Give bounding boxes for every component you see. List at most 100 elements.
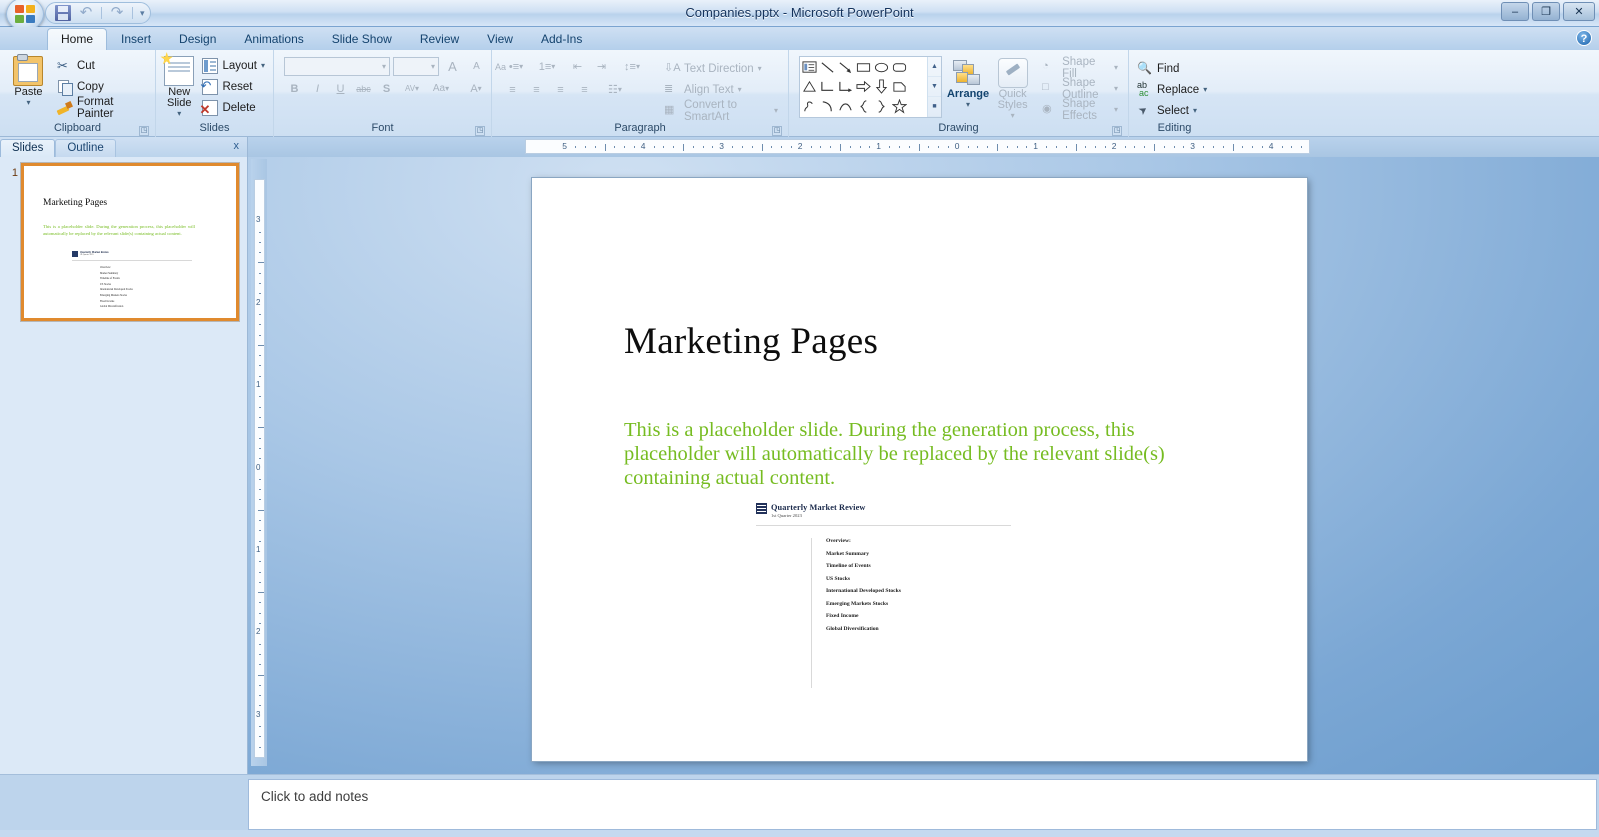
shrink-font-button[interactable]: A <box>466 57 487 76</box>
notes-placeholder[interactable]: Click to add notes <box>248 779 1597 830</box>
tab-view[interactable]: View <box>473 28 527 50</box>
shape-elbow-connector[interactable] <box>819 77 837 96</box>
font-size-input[interactable]: ▾ <box>393 57 439 76</box>
embedded-document-object[interactable]: Quarterly Market Review 1st Quarter 2023… <box>756 503 1011 688</box>
arrange-chevron-down-icon[interactable]: ▾ <box>966 100 970 109</box>
smartart-chevron-down-icon[interactable]: ▾ <box>774 106 778 115</box>
shape-arrow[interactable] <box>837 58 855 77</box>
tab-design[interactable]: Design <box>165 28 230 50</box>
increase-indent-button[interactable]: ⇥ <box>591 57 612 76</box>
paragraph-dialog-launcher[interactable]: ◳ <box>772 126 782 136</box>
layout-chevron-down-icon[interactable]: ▾ <box>261 61 265 70</box>
copy-button[interactable]: Copy <box>53 76 151 97</box>
paste-chevron-down-icon[interactable]: ▾ <box>26 98 30 107</box>
align-left-button[interactable]: ≡ <box>502 80 523 99</box>
slide-canvas[interactable]: Marketing Pages This is a placeholder sl… <box>532 178 1307 761</box>
shape-freeform[interactable] <box>801 97 819 116</box>
format-painter-button[interactable]: Format Painter <box>53 96 151 120</box>
cut-button[interactable]: ✂ Cut <box>53 55 151 76</box>
replace-button[interactable]: Replace ▾ <box>1133 79 1211 100</box>
panel-tab-outline[interactable]: Outline <box>55 139 116 157</box>
shape-line[interactable] <box>819 58 837 77</box>
drawing-dialog-launcher[interactable]: ◳ <box>1112 126 1122 136</box>
columns-button[interactable]: ☷ ▾ <box>601 80 629 99</box>
shape-triangle[interactable] <box>801 77 819 96</box>
vertical-ruler[interactable]: 3 2 1 0 1 2 3 <box>251 159 267 766</box>
slide-title[interactable]: Marketing Pages <box>624 320 878 363</box>
shape-right-brace[interactable] <box>872 97 890 116</box>
new-slide-chevron-down-icon[interactable]: ▾ <box>177 109 181 118</box>
arrange-button[interactable]: Arrange ▾ <box>947 56 989 109</box>
shape-fill-button[interactable]: ◔ Shape Fill ▾ <box>1038 56 1122 80</box>
delete-button[interactable]: ✕ Delete <box>198 97 269 118</box>
shapes-more-icon[interactable]: ■ <box>927 97 941 117</box>
shape-oval[interactable] <box>872 58 890 77</box>
shape-elbow-arrow-connector[interactable] <box>837 77 855 96</box>
change-case-button[interactable]: Aa ▾ <box>427 79 455 98</box>
bullets-button[interactable]: •≡ ▾ <box>502 57 530 76</box>
shape-curve[interactable] <box>819 97 837 116</box>
find-button[interactable]: 🔍 Find <box>1133 58 1211 79</box>
shape-rectangle[interactable] <box>855 58 873 77</box>
shapes-scroll-down-icon[interactable]: ▼ <box>927 77 941 97</box>
horizontal-ruler[interactable]: 5 4 3 2 1 0 1 2 3 4 <box>248 137 1599 157</box>
font-color-button[interactable]: A ▾ <box>461 79 491 98</box>
reset-button[interactable]: ↶ Reset <box>198 76 269 97</box>
font-name-chevron-down-icon[interactable]: ▾ <box>382 62 386 71</box>
quick-styles-chevron-down-icon[interactable]: ▾ <box>1011 111 1015 120</box>
shape-down-arrow[interactable] <box>872 77 890 96</box>
numbering-button[interactable]: 1≡ ▾ <box>533 57 561 76</box>
new-slide-button[interactable]: New Slide ▾ <box>160 52 198 118</box>
shape-right-arrow[interactable] <box>855 77 873 96</box>
clipboard-dialog-launcher[interactable]: ◳ <box>139 126 149 136</box>
text-shadow-button[interactable]: S <box>376 79 397 98</box>
shape-pentagon-flow[interactable] <box>890 77 908 96</box>
list-item[interactable]: 1 Marketing Pages This is a placeholder … <box>4 163 241 321</box>
help-icon[interactable]: ? <box>1576 30 1592 46</box>
replace-chevron-down-icon[interactable]: ▾ <box>1203 85 1207 94</box>
align-center-button[interactable]: ≡ <box>526 80 547 99</box>
paste-button[interactable]: Paste ▾ <box>4 54 53 107</box>
shape-outline-button[interactable]: □ Shape Outline ▾ <box>1038 77 1122 101</box>
quick-styles-button[interactable]: Quick Styles ▾ <box>994 56 1031 120</box>
justify-button[interactable]: ≡ <box>574 80 595 99</box>
shape-arc[interactable] <box>837 97 855 116</box>
font-size-chevron-down-icon[interactable]: ▾ <box>431 62 435 71</box>
line-spacing-button[interactable]: ↕≡ ▾ <box>618 57 646 76</box>
shape-effects-chevron-down-icon[interactable]: ▾ <box>1114 105 1118 114</box>
slide-thumbnail-1[interactable]: Marketing Pages This is a placeholder sl… <box>21 163 239 321</box>
underline-button[interactable]: U <box>330 79 351 98</box>
layout-button[interactable]: Layout ▾ <box>198 55 269 76</box>
tab-home[interactable]: Home <box>47 28 108 50</box>
select-chevron-down-icon[interactable]: ▾ <box>1193 106 1197 115</box>
select-button[interactable]: Select ▾ <box>1133 100 1211 121</box>
close-button[interactable]: ✕ <box>1563 2 1595 21</box>
italic-button[interactable]: I <box>307 79 328 98</box>
shape-left-brace[interactable] <box>855 97 873 116</box>
minimize-button[interactable]: – <box>1501 2 1529 21</box>
character-spacing-button[interactable]: AV ▾ <box>399 79 425 98</box>
font-name-input[interactable]: ▾ <box>284 57 390 76</box>
slide-body-text[interactable]: This is a placeholder slide. During the … <box>624 418 1202 490</box>
close-panel-icon[interactable]: x <box>234 140 240 152</box>
shape-effects-button[interactable]: ◉ Shape Effects ▾ <box>1038 98 1122 122</box>
strikethrough-button[interactable]: abc <box>353 79 374 98</box>
tab-insert[interactable]: Insert <box>107 28 165 50</box>
restore-button[interactable]: ❐ <box>1532 2 1560 21</box>
shape-outline-chevron-down-icon[interactable]: ▾ <box>1114 84 1118 93</box>
align-text-chevron-down-icon[interactable]: ▾ <box>738 85 742 94</box>
text-direction-chevron-down-icon[interactable]: ▾ <box>758 64 762 73</box>
bold-button[interactable]: B <box>284 79 305 98</box>
tab-animations[interactable]: Animations <box>230 28 317 50</box>
shape-text-box[interactable] <box>801 58 819 77</box>
convert-to-smartart-button[interactable]: ▦ Convert to SmartArt ▾ <box>660 99 782 123</box>
shape-star-5[interactable] <box>890 97 908 116</box>
panel-tab-slides[interactable]: Slides <box>0 139 56 157</box>
decrease-indent-button[interactable]: ⇤ <box>567 57 588 76</box>
tab-review[interactable]: Review <box>406 28 473 50</box>
font-dialog-launcher[interactable]: ◳ <box>475 126 485 136</box>
text-direction-button[interactable]: ⇩A Text Direction ▾ <box>660 58 782 79</box>
shapes-scroll-up-icon[interactable]: ▲ <box>927 57 941 77</box>
tab-add-ins[interactable]: Add-Ins <box>527 28 596 50</box>
shapes-gallery[interactable]: ▲ ▼ ■ <box>799 56 942 118</box>
